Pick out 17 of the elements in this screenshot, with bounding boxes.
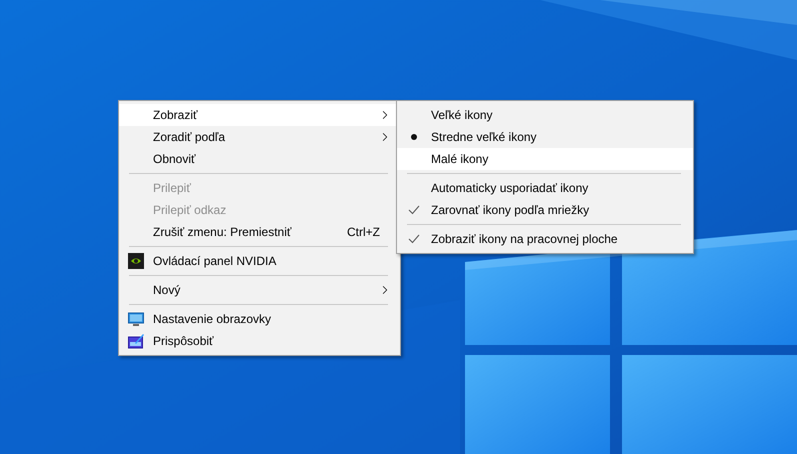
menu-item[interactable]: Stredne veľké ikony [397,126,693,148]
monitor-icon [128,311,144,327]
menu-item[interactable]: Zrušiť zmenu: Premiestniť Ctrl+Z [119,221,400,243]
menu-item[interactable]: Automaticky usporiadať ikony [397,177,693,199]
shortcut-text: Ctrl+Z [347,225,380,239]
menu-item[interactable]: Obnoviť [119,148,400,170]
menu-item[interactable]: Veľké ikony [397,104,693,126]
menu-item[interactable]: Zarovnať ikony podľa mriežky [397,199,693,221]
menu-item[interactable]: Prispôsobiť [119,330,400,352]
menu-item[interactable]: Nastavenie obrazovky [119,308,400,330]
eye-logo-icon [128,253,144,269]
menu-item[interactable]: Ovládací panel NVIDIA [119,250,400,272]
menu-item[interactable]: Zoradiť podľa [119,126,400,148]
menu-item[interactable]: Nový [119,279,400,301]
brush-screen-icon [128,333,144,349]
menu-item[interactable]: Zobraziť ikony na pracovnej ploche [397,228,693,250]
menu-item[interactable]: Malé ikony [397,148,693,170]
